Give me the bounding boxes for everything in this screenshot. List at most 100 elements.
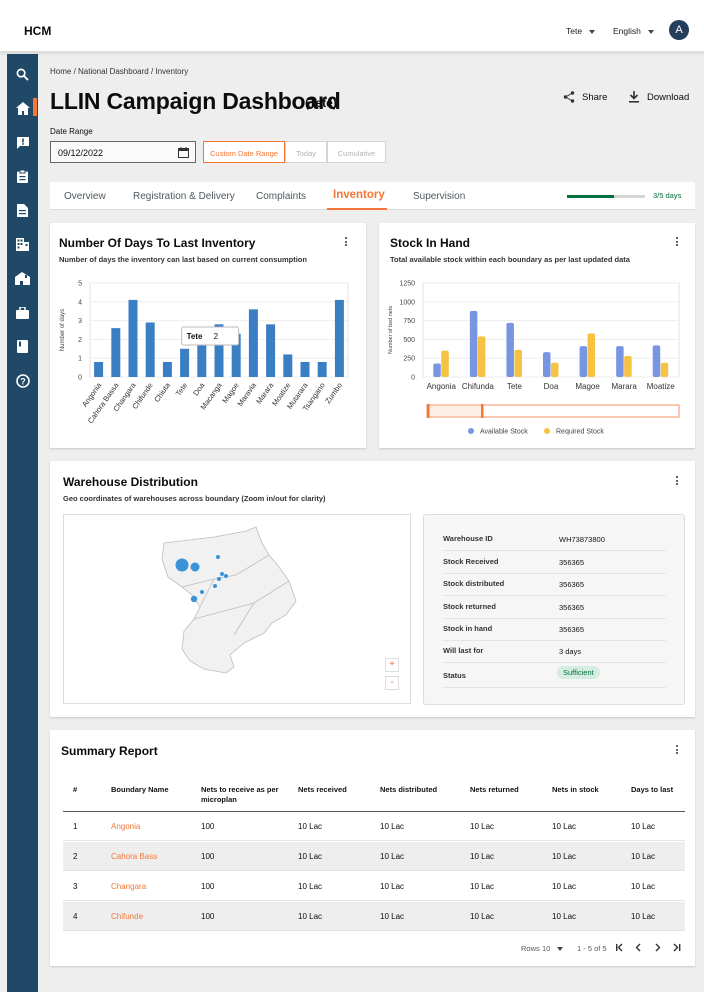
summary-report-card: Summary Report # Boundary Name Nets to r… bbox=[50, 730, 695, 966]
table-cell: 10 Lac bbox=[380, 882, 405, 891]
date-range-label: Date Range bbox=[50, 127, 93, 136]
book-icon[interactable] bbox=[14, 338, 31, 355]
first-page-icon[interactable] bbox=[616, 943, 623, 952]
avatar[interactable]: A bbox=[669, 20, 689, 40]
more-options-icon[interactable] bbox=[345, 237, 347, 248]
progress-fill bbox=[567, 195, 614, 198]
column-header: # bbox=[73, 785, 78, 794]
tab-registration-delivery[interactable]: Registration & Delivery bbox=[133, 191, 235, 202]
language-select[interactable]: English bbox=[613, 26, 654, 36]
table-cell: 10 Lac bbox=[552, 822, 577, 831]
briefcase-icon[interactable] bbox=[14, 304, 31, 321]
calendar-icon[interactable] bbox=[178, 147, 189, 158]
y-tick-label: 750 bbox=[403, 318, 415, 325]
warehouse-marker[interactable] bbox=[175, 558, 189, 572]
home-icon[interactable] bbox=[14, 100, 31, 117]
location-select[interactable]: Tete bbox=[566, 26, 596, 36]
table-cell: 10 Lac bbox=[470, 852, 495, 861]
y-tick-label: 0 bbox=[411, 375, 415, 382]
card-title: Summary Report bbox=[61, 744, 158, 758]
column-header: Nets returned bbox=[470, 785, 519, 794]
table-cell: 10 Lac bbox=[552, 852, 577, 861]
legend-marker bbox=[544, 428, 550, 434]
bar bbox=[111, 328, 121, 377]
info-row-stock-distributed: Stock distributed 356365 bbox=[442, 574, 666, 596]
prev-page-icon[interactable] bbox=[635, 943, 641, 952]
today-button[interactable]: Today bbox=[285, 141, 327, 163]
tooltip-value: 2 bbox=[214, 332, 219, 341]
warehouse-marker[interactable] bbox=[220, 572, 224, 576]
table-cell: 100 bbox=[201, 882, 215, 891]
table-cell: 10 Lac bbox=[552, 882, 577, 891]
share-label: Share bbox=[582, 91, 608, 103]
help-icon[interactable]: ? bbox=[14, 372, 31, 389]
warehouse-marker[interactable] bbox=[190, 595, 198, 603]
bar bbox=[477, 336, 486, 377]
y-tick-label: 250 bbox=[403, 356, 415, 363]
table-cell: 10 Lac bbox=[298, 912, 323, 921]
boundary-link[interactable]: Angonia bbox=[111, 822, 140, 831]
info-value: 356365 bbox=[559, 625, 585, 634]
page-subtitle: (Tete) bbox=[305, 96, 337, 110]
info-key: Warehouse ID bbox=[443, 534, 493, 543]
column-header: Nets received bbox=[298, 785, 347, 794]
more-options-icon[interactable] bbox=[676, 476, 678, 487]
building-icon[interactable] bbox=[14, 236, 31, 253]
info-key: Stock Received bbox=[443, 557, 499, 566]
y-tick-label: 4 bbox=[78, 299, 82, 306]
boundary-link[interactable]: Cahora Bass bbox=[111, 852, 157, 861]
table-row: 1 Angonia 100 10 Lac 10 Lac 10 Lac 10 Lac 10 La… bbox=[63, 812, 685, 841]
bar bbox=[180, 348, 190, 377]
y-tick-label: 1 bbox=[78, 356, 82, 363]
date-input[interactable]: 09/12/2022 bbox=[50, 141, 196, 163]
card-title: Number Of Days To Last Inventory bbox=[59, 236, 256, 250]
tab-overview[interactable]: Overview bbox=[64, 191, 106, 202]
document-icon[interactable] bbox=[14, 202, 31, 219]
stock-in-hand-card: Stock In Hand Total available stock with… bbox=[379, 223, 695, 448]
search-icon[interactable] bbox=[14, 66, 31, 83]
zoom-out-button[interactable]: - bbox=[385, 676, 399, 690]
language-value: English bbox=[613, 26, 641, 36]
location-value: Tete bbox=[566, 26, 583, 36]
x-tick-label: Chiuta bbox=[152, 380, 172, 404]
column-header: Nets in stock bbox=[552, 785, 599, 794]
page-range: 1 - 5 of 5 bbox=[577, 944, 607, 953]
x-tick-label: Doa bbox=[191, 380, 207, 397]
rows-per-page-select[interactable]: 10 bbox=[542, 944, 564, 953]
x-tick-label: Magoe bbox=[575, 382, 600, 391]
breadcrumb[interactable]: Home / National Dashboard / Inventory bbox=[50, 67, 188, 76]
info-key: Status bbox=[443, 671, 466, 680]
complaint-icon[interactable] bbox=[14, 134, 31, 151]
custom-date-range-button[interactable]: Custom Date Range bbox=[203, 141, 285, 163]
more-options-icon[interactable] bbox=[676, 237, 678, 248]
last-page-icon[interactable] bbox=[673, 943, 681, 952]
zoom-in-button[interactable]: + bbox=[385, 658, 399, 672]
y-axis-label: Number of days bbox=[60, 309, 66, 351]
warehouse-marker[interactable] bbox=[190, 562, 200, 572]
info-value: WH73873800 bbox=[559, 535, 605, 544]
clipboard-icon[interactable] bbox=[14, 168, 31, 185]
next-page-icon[interactable] bbox=[655, 943, 661, 952]
tab-complaints[interactable]: Complaints bbox=[256, 191, 306, 202]
table-cell: 1 bbox=[73, 822, 78, 831]
more-options-icon[interactable] bbox=[676, 745, 678, 756]
tab-inventory[interactable]: Inventory bbox=[333, 189, 385, 201]
cumulative-button[interactable]: Cumulative bbox=[327, 141, 386, 163]
warehouse-marker[interactable] bbox=[224, 574, 228, 578]
warehouse-marker[interactable] bbox=[200, 590, 204, 594]
house-icon[interactable] bbox=[14, 270, 31, 287]
warehouse-map[interactable]: + - bbox=[63, 514, 411, 704]
tab-supervision[interactable]: Supervision bbox=[413, 191, 465, 202]
boundary-link[interactable]: Chifunde bbox=[111, 912, 143, 921]
warehouse-marker[interactable] bbox=[216, 555, 220, 559]
bar bbox=[128, 299, 138, 377]
share-button[interactable]: Share bbox=[563, 91, 607, 103]
y-tick-label: 1000 bbox=[399, 299, 415, 306]
boundary-link[interactable]: Changara bbox=[111, 882, 146, 891]
download-button[interactable]: Download bbox=[628, 91, 689, 103]
warehouse-marker[interactable] bbox=[217, 577, 221, 581]
bar bbox=[266, 324, 276, 377]
warehouse-marker[interactable] bbox=[213, 584, 217, 588]
x-tick-label: Marara bbox=[611, 382, 637, 391]
table-cell: 10 Lac bbox=[631, 912, 656, 921]
